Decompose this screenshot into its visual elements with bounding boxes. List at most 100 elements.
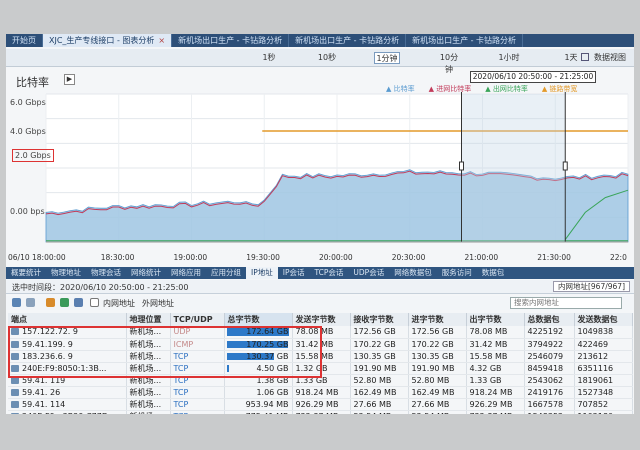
endpoint-icon <box>11 352 19 360</box>
table-cell: 707852 <box>574 398 633 411</box>
table-cell: 15.58 MB <box>292 350 351 363</box>
table-cell: 1.06 GB <box>224 386 293 399</box>
statistics-tab[interactable]: 数据包 <box>477 267 510 279</box>
statistics-tab[interactable]: IP地址 <box>246 267 278 279</box>
table-row[interactable]: 59.41.199. 9 新机场... ICMP 170.25 GB 31.42 MB 1… <box>8 338 633 351</box>
column-header[interactable]: 总字节数 <box>224 313 293 326</box>
data-view-button[interactable]: 数据视图 <box>581 52 626 63</box>
table-cell: 130.37 GB <box>224 350 293 363</box>
table-cell: 1527348 <box>574 386 633 399</box>
x-tick-label: 20:00:00 <box>319 253 353 262</box>
time-granularity-button[interactable]: 1小时 <box>496 52 522 64</box>
x-tick-label: 19:00:00 <box>173 253 208 262</box>
endpoint-address: 240E:F9: :3B29:C77D <box>22 412 108 415</box>
total-bytes-value: 775.41 MB <box>246 412 289 415</box>
table-cell: 52.54 MB <box>408 410 467 414</box>
external-address-toggle[interactable]: 外网地址 <box>142 298 174 309</box>
endpoint-icon <box>11 412 19 414</box>
bitrate-chart[interactable] <box>6 92 634 254</box>
statistics-tab[interactable]: 网络统计 <box>126 267 166 279</box>
column-header[interactable]: TCP/UDP <box>170 313 225 326</box>
table-cell: TCP <box>170 398 225 411</box>
table-row[interactable]: 157.122.72. 9 新机场... UDP 172.64 GB 78.08 MB 1… <box>8 326 633 339</box>
table-cell: 722.87 MB <box>466 410 525 414</box>
chart-toggle-icon[interactable] <box>60 298 69 307</box>
time-granularity-button[interactable]: 1秒 <box>256 52 282 64</box>
table-row[interactable]: 183.236.6. 9 新机场... TCP 130.37 GB 15.58 MB 13… <box>8 350 633 363</box>
total-bytes-value: 1.38 GB <box>256 375 289 385</box>
endpoint-icon <box>11 364 19 372</box>
table-view-icon[interactable] <box>74 298 83 307</box>
table-row[interactable]: 59.41. 119 新机场... TCP 1.38 GB 1.33 GB 52.80 M… <box>8 374 633 387</box>
column-header[interactable]: 发送数据包 <box>574 313 633 326</box>
table-row[interactable]: 240E:F9: :3B29:C77D新机场...TCP775.41 MB722… <box>8 410 633 415</box>
y-tick-label: 4.0 Gbps <box>10 127 46 136</box>
table-row[interactable]: 59.41. 114 新机场... TCP 953.94 MB 926.29 MB 27.… <box>8 398 633 411</box>
table-cell: 新机场... <box>126 398 171 411</box>
table-row[interactable]: 240E:F9:8050:1:3B... 新机场... TCP 4.50 GB 1.32… <box>8 362 633 375</box>
statistics-tab[interactable]: 概要统计 <box>6 267 46 279</box>
table-cell: 191.90 MB <box>408 362 467 375</box>
statistics-tab[interactable]: 应用分组 <box>206 267 246 279</box>
column-header[interactable]: 地理位置 <box>126 313 171 326</box>
internal-address-count[interactable]: 内网地址[967/967] <box>552 281 630 292</box>
selected-time-label: 选中时间段：2020/06/10 20:50:00 - 21:25:00 <box>12 283 189 292</box>
time-granularity-button[interactable]: 1分钟 <box>374 52 400 64</box>
internal-checkbox-icon[interactable] <box>90 298 99 307</box>
endpoint-icon <box>11 400 19 408</box>
table-cell: 240E:F9: :3B29:C77D <box>8 410 127 415</box>
statistics-tab[interactable]: 物理会话 <box>86 267 126 279</box>
document-tab[interactable]: 开始页 <box>6 34 43 47</box>
statistics-tab[interactable]: UDP会话 <box>348 267 389 279</box>
document-tab[interactable]: 新机场出口生产 - 卡钻路分析 <box>289 34 407 47</box>
table-cell: 172.64 GB <box>224 326 293 339</box>
total-bytes-value: 172.64 GB <box>246 327 289 337</box>
table-cell: 775.41 MB <box>224 410 293 415</box>
statistics-tab[interactable]: 网络应用 <box>166 267 206 279</box>
time-granularity-button[interactable]: 1天 <box>558 52 584 64</box>
x-tick-label: 20:30:00 <box>391 253 426 262</box>
table-cell: 2543062 <box>524 374 575 387</box>
table-cell: 191.90 MB <box>350 362 409 375</box>
column-header[interactable]: 端点 <box>8 313 127 326</box>
column-header[interactable]: 发送字节数 <box>292 313 351 326</box>
statistics-tab[interactable]: 物理地址 <box>46 267 86 279</box>
time-granularity-button[interactable]: 10秒 <box>314 52 340 64</box>
table-cell: 157.122.72. 9 <box>8 326 127 339</box>
endpoint-address: 59.41.199. 9 <box>22 339 73 349</box>
table-cell: 172.56 GB <box>350 326 409 339</box>
endpoint-icon <box>11 328 19 336</box>
statistics-tab[interactable]: 网络数据包 <box>389 267 437 279</box>
chart-menu-arrow-icon[interactable]: ▶ <box>64 74 75 85</box>
data-view-label: 数据视图 <box>594 53 626 62</box>
table-cell: 130.35 GB <box>350 350 409 363</box>
table-row[interactable]: 59.41. 26 新机场... TCP 1.06 GB 918.24 MB 162.49… <box>8 386 633 399</box>
table-cell: 918.24 MB <box>466 386 525 399</box>
table-toolbar: 内网地址 外网地址 搜索内网地址 <box>6 296 634 310</box>
column-header[interactable]: 接收字节数 <box>350 313 409 326</box>
table-cell: 130.35 GB <box>408 350 467 363</box>
document-tab[interactable]: 新机场出口生产 - 卡钻路分析 <box>172 34 290 47</box>
x-tick-label: 21:00:00 <box>464 253 499 262</box>
total-bytes-value: 1.06 GB <box>256 387 289 397</box>
close-tab-icon[interactable]: × <box>158 36 165 45</box>
column-header[interactable]: 总数据包 <box>524 313 575 326</box>
time-granularity-button[interactable]: 10分钟 <box>436 52 462 74</box>
internal-address-toggle[interactable]: 内网地址 <box>103 298 135 309</box>
document-tab-label: 新机场出口生产 - 卡钻路分析 <box>412 36 517 45</box>
statistics-tab[interactable]: 服务访问 <box>437 267 477 279</box>
filter-icon[interactable] <box>12 298 21 307</box>
table-cell: 213612 <box>574 350 633 363</box>
options-icon[interactable] <box>26 298 35 307</box>
document-tab[interactable]: XJC_生产专线接口 - 图表分析 × <box>43 34 173 47</box>
export-icon[interactable] <box>46 298 55 307</box>
column-header[interactable]: 出字节数 <box>466 313 525 326</box>
statistics-tab[interactable]: TCP会话 <box>310 267 349 279</box>
table-cell: TCP <box>170 374 225 387</box>
table-cell: 422469 <box>574 338 633 351</box>
column-header[interactable]: 进字节数 <box>408 313 467 326</box>
table-cell: 31.42 MB <box>466 338 525 351</box>
statistics-tab[interactable]: IP会话 <box>278 267 310 279</box>
document-tab[interactable]: 新机场出口生产 - 卡钻路分析 <box>406 34 524 47</box>
search-input[interactable]: 搜索内网地址 <box>510 297 622 309</box>
